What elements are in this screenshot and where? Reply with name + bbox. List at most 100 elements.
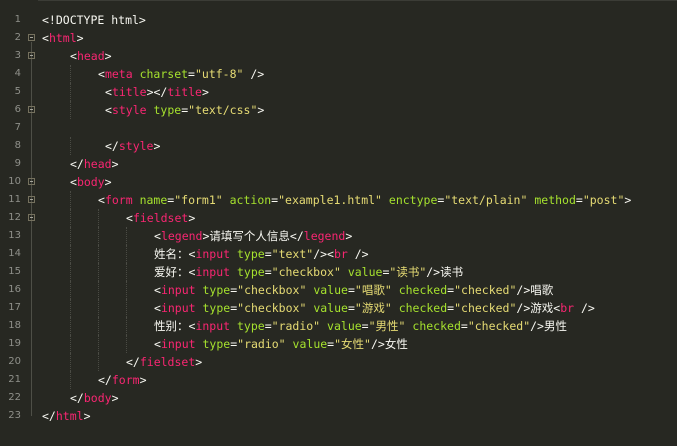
code-line[interactable]: 12 <fieldset> (0, 209, 677, 227)
code-line[interactable]: 14 姓名：<input type="text"/><br /> (0, 245, 677, 263)
code-punctuation: > (139, 373, 147, 387)
text-content: 男性 (543, 319, 567, 333)
code-content: <title></title> (105, 83, 209, 101)
code-line[interactable]: 11 <form name="form1" action="example1.ht… (0, 191, 677, 209)
code-punctuation: </ (70, 391, 84, 405)
code-line[interactable]: 18 性别：<input type="radio" value="男性" chec… (0, 317, 677, 335)
code-punctuation: < (70, 49, 77, 63)
indent-guide (98, 317, 99, 335)
attribute-name: type (202, 283, 231, 297)
attribute-value: "checked" (467, 319, 531, 333)
code-punctuation: = (347, 301, 355, 315)
attribute-value: "utf-8" (194, 67, 244, 81)
code-line[interactable]: 1 <!DOCTYPE html> (0, 11, 677, 29)
line-number: 22 (8, 392, 21, 403)
code-content: </style> (105, 137, 160, 155)
indent-guide (126, 317, 127, 335)
code-punctuation: </ (126, 355, 140, 369)
code-punctuation: > (195, 355, 203, 369)
editor-top-border (0, 0, 677, 1)
code-line[interactable]: 22 </body> (0, 389, 677, 407)
code-content: 姓名：<input type="text"/><br /> (154, 245, 369, 263)
code-punctuation: </ (98, 373, 112, 387)
code-line[interactable]: 8 </style> (0, 137, 677, 155)
fold-toggle-icon[interactable] (28, 52, 35, 59)
code-content: </form> (98, 371, 147, 389)
code-punctuation: > (83, 409, 91, 423)
code-punctuation: > (104, 49, 112, 63)
code-line[interactable]: 17 <input type="checkbox" value="游戏" chec… (0, 299, 677, 317)
tag-name: input (160, 283, 196, 297)
code-line[interactable]: 19 <input type="radio" value="女性"/>女性 (0, 335, 677, 353)
code-punctuation: > (76, 31, 84, 45)
code-punctuation: < (154, 283, 161, 297)
tag-name: input (160, 301, 196, 315)
code-line[interactable]: 9 </head> (0, 155, 677, 173)
code-punctuation: < (42, 31, 49, 45)
code-punctuation: ></ (146, 85, 168, 99)
code-punctuation: > (153, 139, 161, 153)
attribute-name: action (229, 193, 272, 207)
code-content: <fieldset> (126, 209, 195, 227)
code-punctuation: < (154, 337, 161, 351)
tag-name: body (76, 175, 105, 189)
code-punctuation (392, 283, 399, 297)
code-line[interactable]: 15 爱好：<input type="checkbox" value="读书"/>… (0, 263, 677, 281)
code-line[interactable]: 10 <body> (0, 173, 677, 191)
code-content: 爱好：<input type="checkbox" value="读书"/>读书 (154, 263, 463, 281)
fold-toggle-icon[interactable] (28, 214, 35, 221)
indent-guide (98, 299, 99, 317)
fold-toggle-icon[interactable] (28, 178, 35, 185)
code-editor[interactable]: 1 <!DOCTYPE html> 2 <html> 3 <head> 4 <meta cha… (0, 0, 677, 446)
attribute-value: "form1" (174, 193, 223, 207)
attribute-value: "radio" (237, 337, 286, 351)
code-line[interactable]: 20 </fieldset> (0, 353, 677, 371)
indent-guide (70, 137, 71, 155)
tag-name: input (195, 265, 231, 279)
code-line[interactable]: 6 <style type="text/css"> (0, 101, 677, 119)
code-line[interactable]: 23 </html> (0, 407, 677, 425)
code-punctuation: = (460, 319, 468, 333)
indent-guide (98, 263, 99, 281)
attribute-value: "checked" (454, 301, 517, 315)
line-number: 9 (14, 158, 21, 169)
fold-toggle-icon[interactable] (28, 106, 35, 113)
code-content: <style type="text/css"> (105, 101, 264, 119)
line-number: 21 (8, 374, 21, 385)
fold-toggle-icon[interactable] (28, 196, 35, 203)
code-line[interactable]: 16 <input type="checkbox" value="唱歌" chec… (0, 281, 677, 299)
code-punctuation (133, 193, 140, 207)
code-content: <!DOCTYPE html> (42, 11, 146, 29)
code-punctuation (230, 319, 237, 333)
code-line[interactable]: 21 </form> (0, 371, 677, 389)
code-punctuation: </ (70, 157, 84, 171)
code-punctuation: </ (42, 409, 56, 423)
code-line[interactable]: 13 <legend>请填写个人信息</legend> (0, 227, 677, 245)
tag-name: fieldset (139, 355, 196, 369)
code-line[interactable]: 7 (0, 119, 677, 137)
code-punctuation (392, 301, 399, 315)
code-punctuation: < (126, 211, 133, 225)
attribute-name: value (327, 319, 362, 333)
line-number: 1 (14, 14, 21, 25)
code-punctuation: = (575, 193, 583, 207)
code-punctuation: </ (105, 139, 119, 153)
attribute-value: "text" (271, 247, 314, 261)
fold-toggle-icon[interactable] (28, 34, 35, 41)
code-punctuation: />< (313, 247, 334, 261)
attribute-name: value (313, 301, 348, 315)
code-content: <form name="form1" action="example1.html… (98, 191, 631, 209)
code-line[interactable]: 3 <head> (0, 47, 677, 65)
attribute-name: name (139, 193, 168, 207)
code-line[interactable]: 5 <title></title> (0, 83, 677, 101)
code-line[interactable]: 2 <html> (0, 29, 677, 47)
attribute-name: value (292, 337, 328, 351)
attribute-value: "男性" (368, 319, 406, 333)
code-punctuation: /> (574, 301, 595, 315)
line-number: 19 (8, 338, 21, 349)
indent-guide (126, 263, 127, 281)
code-line[interactable]: 4 <meta charset="utf-8" /> (0, 65, 677, 83)
code-punctuation: > (111, 391, 119, 405)
code-punctuation: > (201, 85, 209, 99)
code-content: <meta charset="utf-8" /> (98, 65, 264, 83)
